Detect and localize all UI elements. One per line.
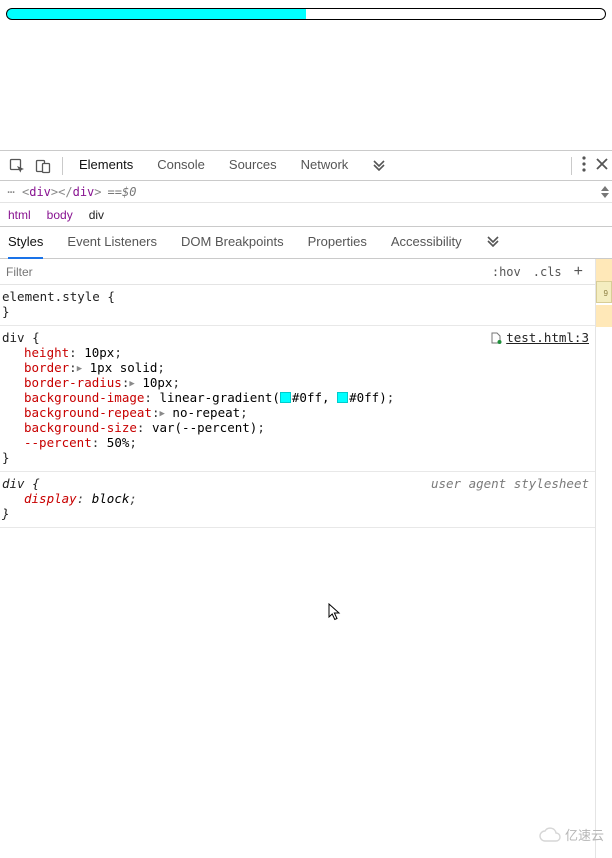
rule-div[interactable]: test.html:3 div { height: 10px;border:▶ …: [0, 326, 595, 472]
rule-source-link[interactable]: test.html:3: [490, 330, 589, 345]
device-icon[interactable]: [30, 153, 56, 179]
hov-toggle[interactable]: :hov: [486, 265, 527, 279]
page-preview: [0, 0, 612, 150]
dom-ellipsis-icon[interactable]: ⋯: [0, 185, 22, 199]
css-declaration[interactable]: background-repeat:▶ no-repeat;: [2, 405, 589, 420]
ua-stylesheet-label: user agent stylesheet: [431, 476, 589, 491]
styles-filter-input[interactable]: [0, 265, 486, 279]
tab-elements[interactable]: Elements: [79, 157, 133, 174]
dom-selected-var: $0: [122, 185, 136, 199]
css-declaration[interactable]: height: 10px;: [2, 345, 589, 360]
devtools-tabs: Elements Console Sources Network: [79, 157, 386, 174]
tab-network[interactable]: Network: [301, 157, 349, 174]
subtab-styles[interactable]: Styles: [8, 234, 43, 251]
css-declaration[interactable]: --percent: 50%;: [2, 435, 589, 450]
subtab-properties[interactable]: Properties: [308, 234, 367, 251]
close-icon[interactable]: [596, 158, 608, 173]
subtab-accessibility[interactable]: Accessibility: [391, 234, 462, 251]
rule-inline-style[interactable]: element.style { }: [0, 285, 595, 326]
subtab-event-listeners[interactable]: Event Listeners: [67, 234, 157, 251]
styles-subtabs: Styles Event Listeners DOM Breakpoints P…: [0, 227, 612, 259]
progress-bar: [6, 8, 606, 20]
subtabs-overflow-icon[interactable]: [486, 233, 500, 252]
devtools-toolbar: Elements Console Sources Network: [0, 151, 612, 181]
css-declaration[interactable]: background-image: linear-gradient(#0ff, …: [2, 390, 589, 405]
rule-user-agent: user agent stylesheet div { display: blo…: [0, 472, 595, 528]
tabs-overflow-icon[interactable]: [372, 157, 386, 174]
toolbar-separator: [62, 157, 63, 175]
kebab-icon[interactable]: [582, 156, 586, 175]
dom-selected-line[interactable]: ⋯ <div></div> == $0: [0, 181, 612, 203]
new-rule-button[interactable]: +: [568, 263, 589, 281]
gutter-margin-box: [596, 305, 612, 327]
breadcrumb-div[interactable]: div: [89, 208, 104, 222]
gutter-content-box: 9: [596, 281, 612, 303]
subtab-dom-breakpoints[interactable]: DOM Breakpoints: [181, 234, 284, 251]
toolbar-separator: [571, 157, 572, 175]
breadcrumb-html[interactable]: html: [8, 208, 31, 222]
watermark: 亿速云: [539, 825, 604, 844]
css-declaration[interactable]: background-size: var(--percent);: [2, 420, 589, 435]
inspect-icon[interactable]: [4, 153, 30, 179]
css-declaration[interactable]: border-radius:▶ 10px;: [2, 375, 589, 390]
css-declaration[interactable]: border:▶ 1px solid;: [2, 360, 589, 375]
styles-list: element.style { } test.html:3 div { heig…: [0, 285, 595, 858]
breadcrumb: html body div: [0, 203, 612, 227]
styles-gutter: 9: [596, 259, 612, 858]
gutter-margin-box: [596, 259, 612, 281]
breadcrumb-body[interactable]: body: [47, 208, 73, 222]
devtools-panel: Elements Console Sources Network ⋯ <div>…: [0, 150, 612, 858]
tab-console[interactable]: Console: [157, 157, 205, 174]
cls-toggle[interactable]: .cls: [527, 265, 568, 279]
dom-scroll-handle[interactable]: [598, 183, 612, 200]
styles-filter-row: :hov .cls +: [0, 259, 595, 285]
tab-sources[interactable]: Sources: [229, 157, 277, 174]
